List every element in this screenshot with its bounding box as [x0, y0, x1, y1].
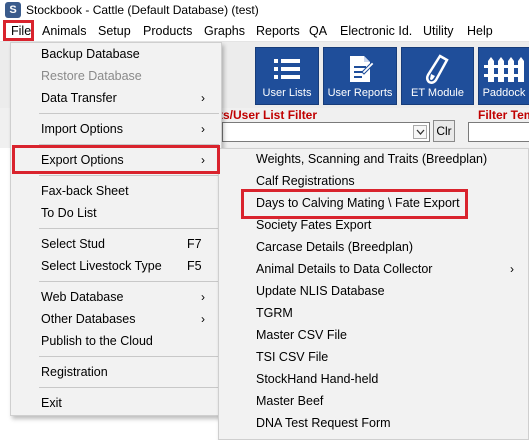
menu-electronic-id[interactable]: Electronic Id.	[340, 22, 412, 41]
app-logo-icon: S	[5, 2, 21, 18]
submenu-item-tsi-csv-file[interactable]: TSI CSV File	[219, 347, 528, 369]
menu-item-import-options[interactable]: Import Options ›	[11, 119, 221, 141]
submenu-item-carcase-details[interactable]: Carcase Details (Breedplan)	[219, 237, 528, 259]
fence-icon	[479, 54, 529, 84]
menu-help[interactable]: Help	[467, 22, 493, 41]
submenu-item-days-to-calving-export[interactable]: Days to Calving Mating \ Fate Export	[219, 193, 528, 215]
menu-qa[interactable]: QA	[309, 22, 327, 41]
chevron-right-icon: ›	[201, 153, 205, 167]
chevron-right-icon: ›	[510, 262, 514, 276]
submenu-item-animal-details-data-collector[interactable]: Animal Details to Data Collector ›	[219, 259, 528, 281]
user-list-filter-combo[interactable]	[222, 122, 430, 142]
menu-item-publish-to-cloud[interactable]: Publish to the Cloud	[11, 331, 221, 353]
submenu-item-tgrm[interactable]: TGRM	[219, 303, 528, 325]
report-icon	[324, 54, 396, 84]
menu-bar: File Animals Setup Products Graphs Repor…	[0, 20, 529, 42]
menu-item-other-databases[interactable]: Other Databases ›	[11, 309, 221, 331]
submenu-item-master-beef[interactable]: Master Beef	[219, 391, 528, 413]
menu-reports[interactable]: Reports	[256, 22, 300, 41]
window-title: Stockbook - Cattle (Default Database) (t…	[26, 3, 259, 17]
et-module-button[interactable]: ET Module	[401, 47, 474, 105]
clear-button[interactable]: Clr	[433, 120, 455, 142]
menu-item-fax-back-sheet[interactable]: Fax-back Sheet	[11, 181, 221, 203]
title-bar: S Stockbook - Cattle (Default Database) …	[0, 0, 529, 20]
filter-template-input[interactable]	[468, 122, 529, 142]
menu-item-export-options[interactable]: Export Options ›	[11, 150, 221, 172]
menu-separator	[39, 281, 219, 282]
menu-item-restore-database: Restore Database	[41, 69, 142, 83]
file-menu-dropdown: Backup Database Restore Database Data Tr…	[10, 42, 222, 416]
menu-setup[interactable]: Setup	[98, 22, 131, 41]
export-options-submenu: Weights, Scanning and Traits (Breedplan)…	[218, 148, 529, 440]
menu-item-select-livestock-type[interactable]: Select Livestock Type F5	[11, 256, 221, 278]
chevron-right-icon: ›	[201, 312, 205, 326]
submenu-item-calf-registrations[interactable]: Calf Registrations	[219, 171, 528, 193]
menu-item-select-stud[interactable]: Select Stud F7	[11, 234, 221, 256]
user-reports-label: User Reports	[327, 87, 393, 99]
menu-file[interactable]: File	[11, 22, 31, 41]
shortcut-f5: F5	[187, 259, 202, 273]
menu-graphs[interactable]: Graphs	[204, 22, 245, 41]
submenu-item-dna-test-request-form[interactable]: DNA Test Request Form	[219, 413, 528, 435]
menu-separator	[39, 175, 219, 176]
submenu-item-update-nlis-database[interactable]: Update NLIS Database	[219, 281, 528, 303]
menu-item-exit[interactable]: Exit	[11, 393, 221, 415]
chevron-down-icon[interactable]	[413, 125, 427, 139]
menu-separator	[39, 228, 219, 229]
user-lists-label: User Lists	[262, 87, 312, 99]
user-list-filter-label: ts/User List Filter	[219, 108, 318, 122]
submenu-item-society-fates-export[interactable]: Society Fates Export	[219, 215, 528, 237]
list-icon	[256, 54, 318, 84]
menu-item-to-do-list[interactable]: To Do List	[11, 203, 221, 225]
paddock-button[interactable]: Paddock	[478, 47, 529, 105]
submenu-item-master-csv-file[interactable]: Master CSV File	[219, 325, 528, 347]
menu-separator	[39, 356, 219, 357]
paddock-label: Paddock	[482, 87, 526, 99]
menu-separator	[39, 113, 219, 114]
test-tube-icon	[402, 54, 473, 84]
user-reports-button[interactable]: User Reports	[323, 47, 397, 105]
menu-item-backup-database[interactable]: Backup Database	[11, 44, 221, 66]
filter-template-label: Filter Tem	[478, 108, 529, 122]
user-lists-button[interactable]: User Lists	[255, 47, 319, 105]
chevron-right-icon: ›	[201, 91, 205, 105]
menu-animals[interactable]: Animals	[42, 22, 86, 41]
menu-separator	[39, 387, 219, 388]
menu-utility[interactable]: Utility	[423, 22, 454, 41]
chevron-right-icon: ›	[201, 122, 205, 136]
menu-item-registration[interactable]: Registration	[11, 362, 221, 384]
shortcut-f7: F7	[187, 237, 202, 251]
menu-item-web-database[interactable]: Web Database ›	[11, 287, 221, 309]
menu-separator	[39, 144, 219, 145]
submenu-item-stockhand-hand-held[interactable]: StockHand Hand-held	[219, 369, 528, 391]
menu-item-data-transfer[interactable]: Data Transfer ›	[11, 88, 221, 110]
menu-products[interactable]: Products	[143, 22, 192, 41]
et-module-label: ET Module	[411, 87, 464, 99]
submenu-item-weights-scanning-traits[interactable]: Weights, Scanning and Traits (Breedplan)	[219, 149, 528, 171]
chevron-right-icon: ›	[201, 290, 205, 304]
